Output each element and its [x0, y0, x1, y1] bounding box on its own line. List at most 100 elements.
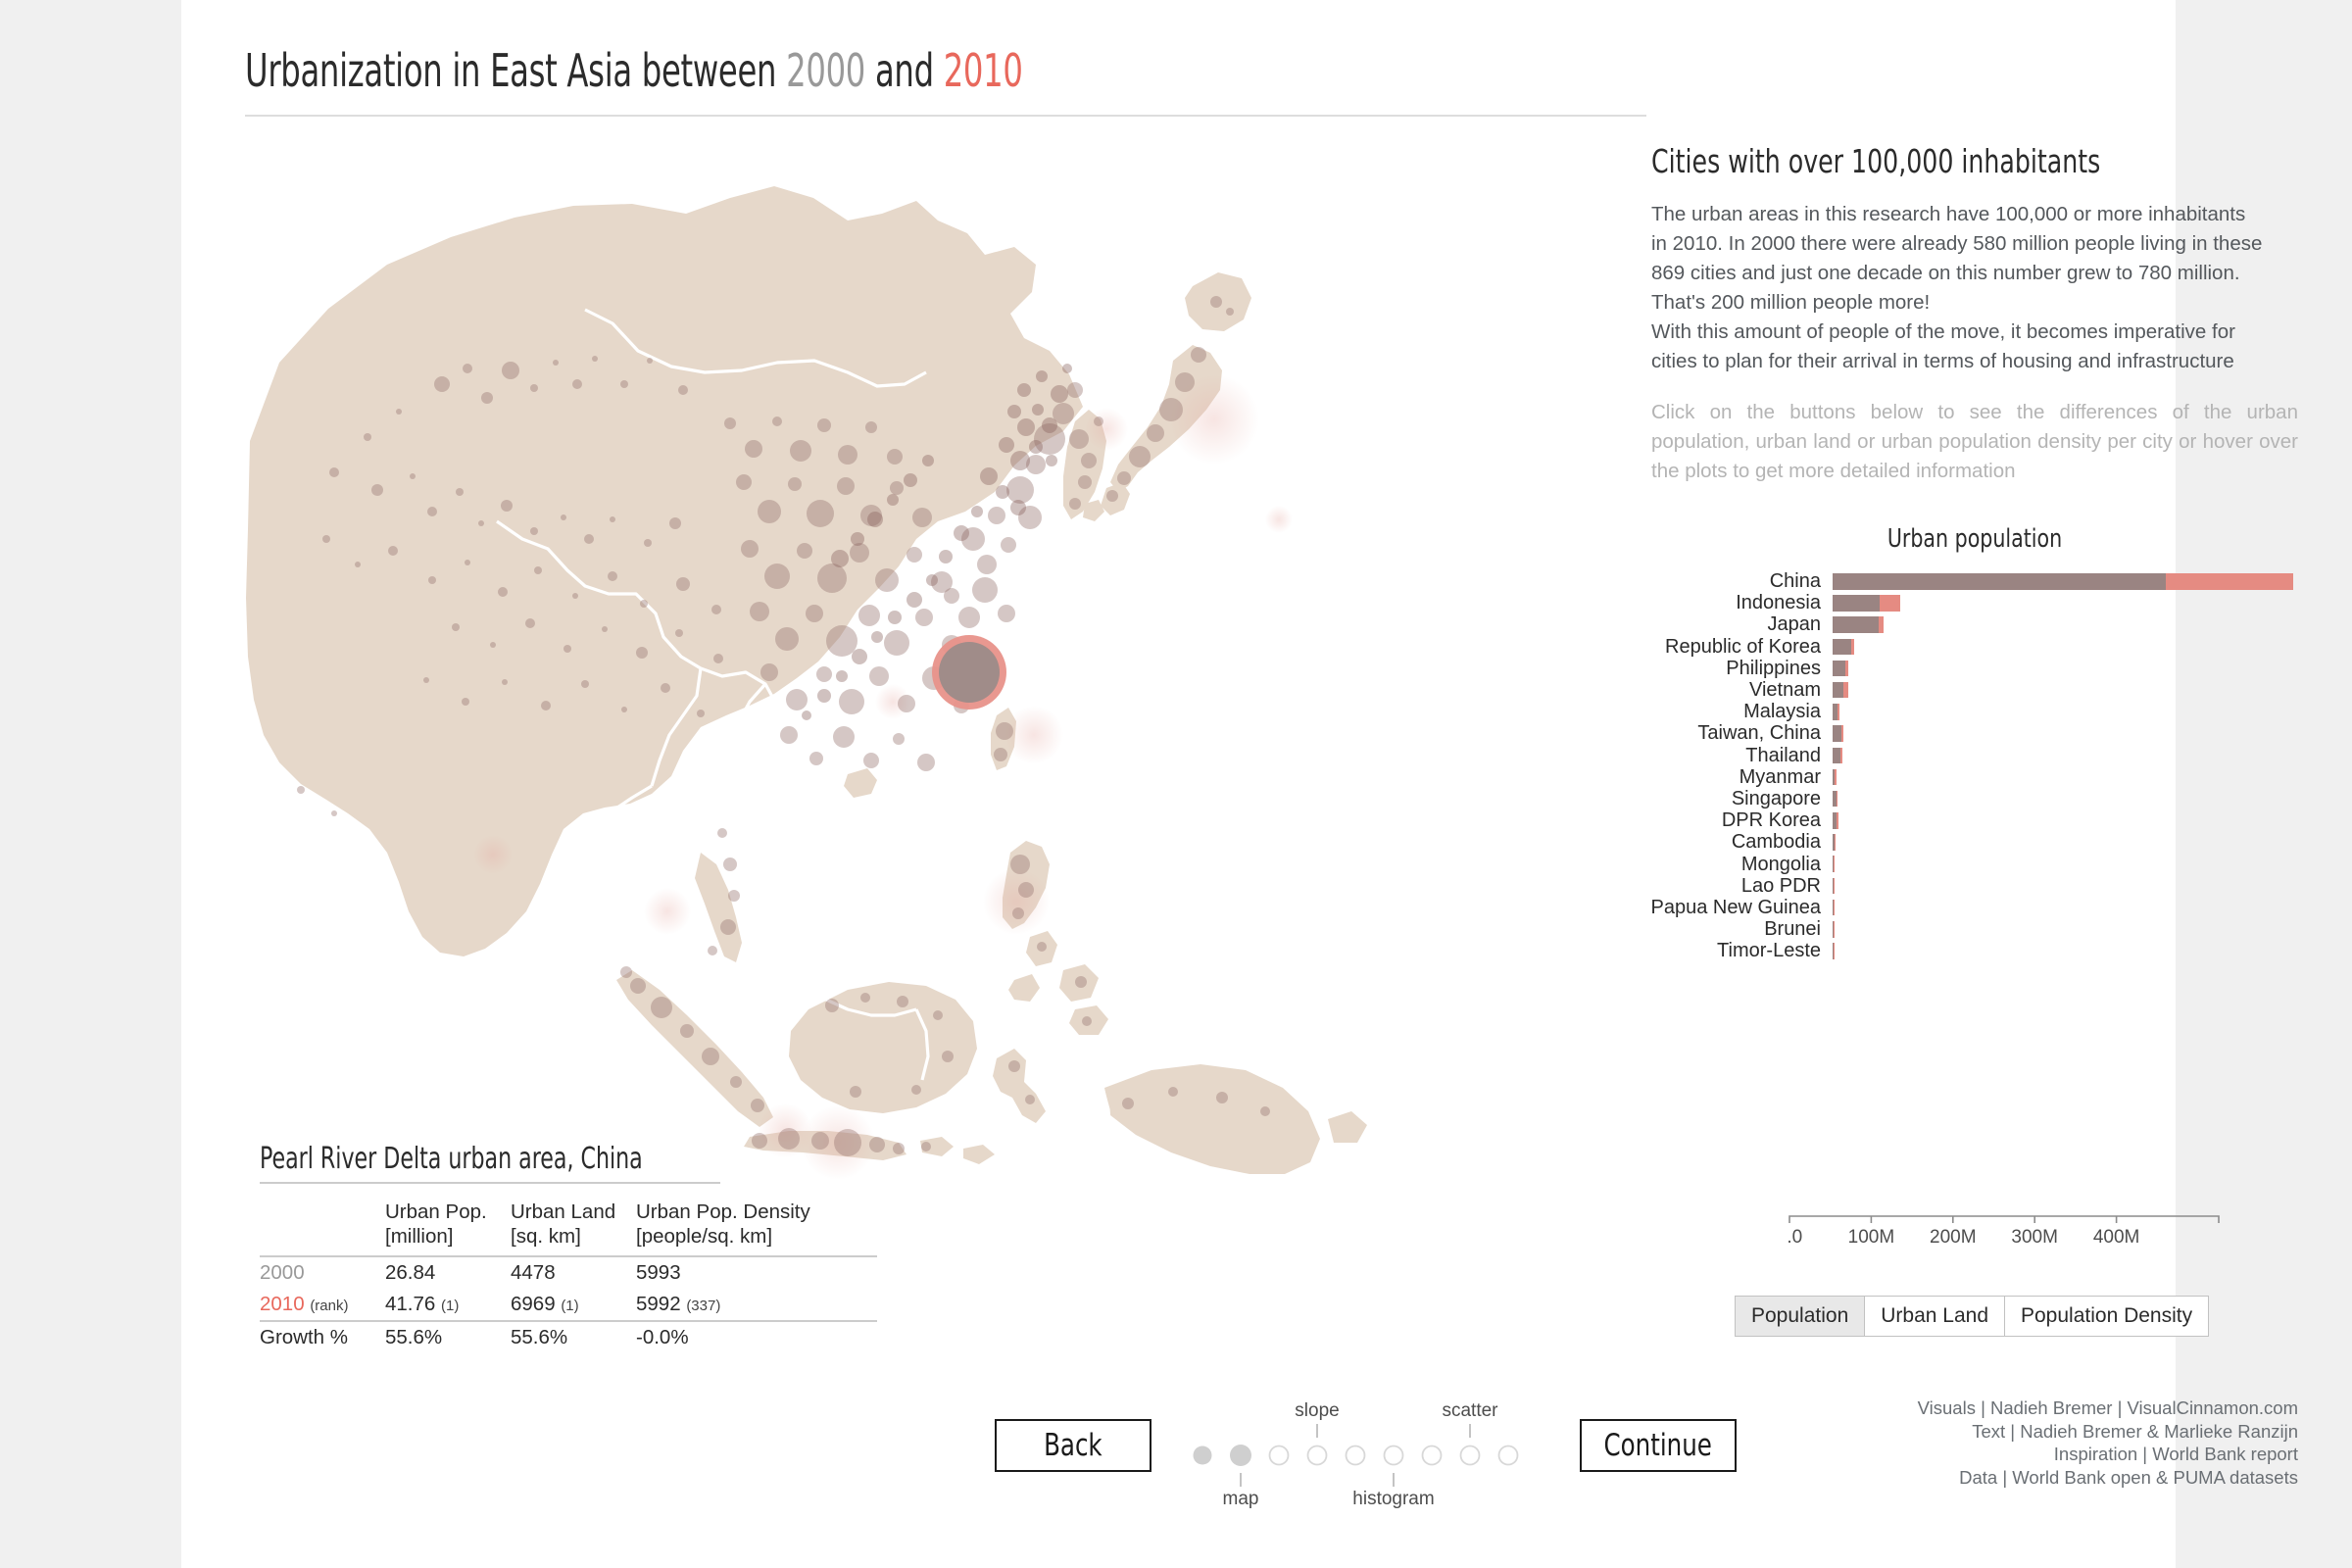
back-button[interactable]: Back — [995, 1419, 1152, 1472]
bar-segment-growth[interactable] — [1839, 747, 1842, 763]
progress-dot[interactable] — [1306, 1445, 1328, 1466]
slide-progress-dots[interactable]: slope scatter map histogram — [1191, 1387, 1544, 1509]
bar-row[interactable]: Papua New Guinea — [1642, 897, 2308, 918]
dots-svg[interactable]: slope scatter map histogram — [1191, 1387, 1544, 1509]
col1-line2: [sq. km] — [511, 1225, 581, 1248]
bar-segment-growth[interactable] — [2165, 573, 2293, 590]
metric-toggle-urban-land[interactable]: Urban Land — [1865, 1297, 2005, 1336]
bar-segment-2000[interactable] — [1833, 681, 1843, 699]
bar-row[interactable]: Taiwan, China — [1642, 722, 2308, 744]
bar-row[interactable]: Philippines — [1642, 658, 2308, 679]
bar-track — [1833, 570, 2293, 592]
credit-line-visuals: Visuals | Nadieh Bremer | VisualCinnamon… — [1917, 1397, 2298, 1418]
progress-dot[interactable] — [1497, 1445, 1519, 1466]
bar-row[interactable]: Malaysia — [1642, 701, 2308, 722]
info-panel-body: The urban areas in this research have 10… — [1651, 200, 2298, 376]
progress-dot[interactable] — [1193, 1446, 1212, 1465]
chart-title: Urban population — [1886, 524, 2063, 554]
progress-dot[interactable] — [1421, 1445, 1443, 1466]
row-label-2000: 2000 — [260, 1255, 385, 1289]
back-button-label: Back — [1044, 1427, 1102, 1463]
detail-table-block: Pearl River Delta urban area, China Urba… — [260, 1142, 906, 1353]
bar-segment-growth[interactable] — [1844, 660, 1849, 677]
bar-segment-growth[interactable] — [1834, 877, 1836, 895]
dots-group[interactable] — [1193, 1445, 1519, 1466]
bar-segment-growth[interactable] — [1835, 768, 1837, 786]
bar-row[interactable]: Vietnam — [1642, 679, 2308, 701]
bar-segment-2000[interactable] — [1833, 638, 1851, 656]
page-title: Urbanization in East Asia between 2000 a… — [245, 44, 1338, 97]
bar-segment-growth[interactable] — [1837, 812, 1838, 829]
metric-toggle-group[interactable]: Population Urban Land Population Density — [1735, 1296, 2210, 1337]
page-background: Urbanization in East Asia between 2000 a… — [0, 0, 2352, 1568]
metric-toggle-population[interactable]: Population — [1736, 1297, 1866, 1336]
bar-row[interactable]: Thailand — [1642, 745, 2308, 766]
bar-segment-2000[interactable] — [1833, 725, 1842, 742]
continue-button[interactable]: Continue — [1580, 1419, 1737, 1472]
cell-2000-pop: 26.84 — [385, 1255, 511, 1289]
column-header-urban-density: Urban Pop. Density [people/sq. km] — [636, 1196, 877, 1256]
bar-segment-growth[interactable] — [1842, 681, 1849, 699]
value-2000-land: 4478 — [511, 1261, 556, 1284]
chart-bars[interactable]: China Indonesia Japan Republic of Korea Phil… — [1642, 570, 2308, 961]
hint-text: Click on the buttons below to see the di… — [1651, 401, 2298, 482]
bar-category-label: Republic of Korea — [1665, 635, 1821, 658]
bar-row[interactable]: Singapore — [1642, 788, 2308, 809]
bar-row[interactable]: Myanmar — [1642, 766, 2308, 788]
progress-dot[interactable] — [1383, 1445, 1404, 1466]
bar-row[interactable]: China — [1642, 570, 2308, 592]
page-title-wrapper: Urbanization in East Asia between 2000 a… — [245, 44, 1646, 97]
bar-category-label: Brunei — [1764, 918, 1821, 941]
progress-dot[interactable] — [1230, 1445, 1251, 1466]
bar-row[interactable]: Timor-Leste — [1642, 940, 2308, 961]
bar-category-label: Indonesia — [1736, 592, 1821, 614]
bar-track — [1833, 875, 2293, 897]
bar-segment-growth[interactable] — [1850, 638, 1855, 656]
bar-category-label: Philippines — [1726, 657, 1821, 679]
bar-row[interactable]: Japan — [1642, 613, 2308, 635]
dot-label-map: map — [1223, 1489, 1259, 1509]
highlighted-city-marker[interactable] — [932, 635, 1006, 710]
bar-segment-growth[interactable] — [1834, 921, 1836, 938]
bar-segment-growth[interactable] — [1834, 834, 1836, 851]
bar-row[interactable]: Mongolia — [1642, 853, 2308, 874]
x-axis-tick-label: 300M — [2011, 1227, 2058, 1248]
value-2000-pop: 26.84 — [385, 1261, 436, 1284]
bar-row[interactable]: DPR Korea — [1642, 809, 2308, 831]
bar-segment-2000[interactable] — [1833, 595, 1880, 612]
col0-line1: Urban Pop. — [385, 1200, 487, 1223]
progress-dot[interactable] — [1268, 1445, 1290, 1466]
bar-category-label: Taiwan, China — [1697, 722, 1821, 745]
bar-segment-growth[interactable] — [1834, 856, 1836, 872]
bar-segment-2000[interactable] — [1833, 747, 1840, 763]
progress-dot[interactable] — [1345, 1445, 1366, 1466]
bar-segment-2000[interactable] — [1833, 616, 1879, 633]
bar-track — [1833, 809, 2293, 831]
bar-segment-growth[interactable] — [1834, 943, 1836, 959]
table-row-2010: 2010 (rank) 41.76 (1) 6969 (1) 5992 (337… — [260, 1289, 877, 1321]
bar-row[interactable]: Brunei — [1642, 918, 2308, 940]
bar-category-label: Cambodia — [1731, 831, 1821, 854]
rank-header-note: (rank) — [310, 1298, 349, 1314]
dot-label-scatter: scatter — [1442, 1400, 1498, 1421]
bar-row[interactable]: Republic of Korea — [1642, 636, 2308, 658]
bar-segment-growth[interactable] — [1834, 899, 1836, 916]
bar-row[interactable]: Lao PDR — [1642, 875, 2308, 897]
bar-row[interactable]: Indonesia — [1642, 592, 2308, 613]
dot-label-slope: slope — [1295, 1400, 1339, 1421]
bar-segment-growth[interactable] — [1836, 790, 1838, 808]
bar-segment-growth[interactable] — [1838, 704, 1840, 720]
bar-segment-2000[interactable] — [1833, 573, 2166, 590]
metric-toggle-population-density[interactable]: Population Density — [2005, 1297, 2209, 1336]
rank-2010-density: (337) — [686, 1298, 721, 1314]
bar-segment-growth[interactable] — [1841, 725, 1843, 742]
map-container[interactable] — [240, 127, 1465, 1245]
bar-category-label: Lao PDR — [1740, 874, 1821, 897]
bar-category-label: DPR Korea — [1721, 809, 1821, 832]
east-asia-map[interactable] — [240, 127, 1465, 1245]
bar-segment-growth[interactable] — [1879, 595, 1900, 612]
bar-segment-growth[interactable] — [1879, 616, 1884, 633]
bar-row[interactable]: Cambodia — [1642, 831, 2308, 853]
progress-dot[interactable] — [1459, 1445, 1481, 1466]
bar-segment-2000[interactable] — [1833, 660, 1845, 677]
